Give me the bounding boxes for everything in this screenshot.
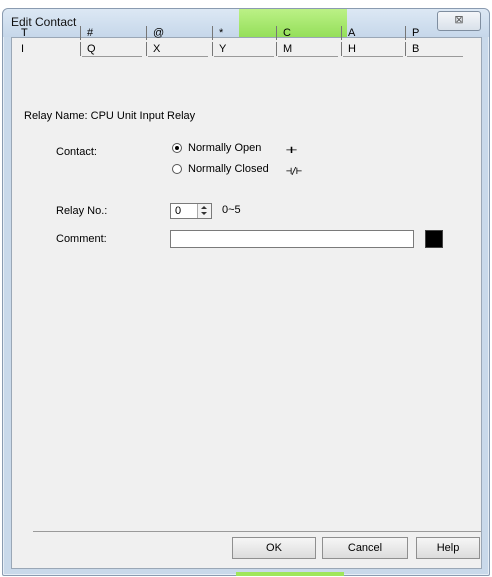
relay-no-label: Relay No.: bbox=[56, 205, 108, 217]
normally-closed-radio[interactable] bbox=[172, 164, 182, 174]
tab-at[interactable]: @ bbox=[146, 25, 208, 41]
tab-a[interactable]: A bbox=[341, 25, 403, 41]
bottom-highlight bbox=[236, 572, 344, 576]
tab-y[interactable]: Y bbox=[212, 41, 274, 57]
relay-no-spinner[interactable]: 0 bbox=[170, 203, 212, 219]
tab-b[interactable]: B bbox=[405, 41, 463, 57]
button-bar-divider bbox=[33, 531, 481, 532]
normally-open-label[interactable]: Normally Open bbox=[188, 142, 261, 154]
tab-p[interactable]: P bbox=[405, 25, 463, 41]
normally-open-radio[interactable] bbox=[172, 143, 182, 153]
tab-h[interactable]: H bbox=[341, 41, 403, 57]
tab-row-top: T # @ * C A P bbox=[16, 25, 464, 41]
tab-m[interactable]: M bbox=[276, 41, 338, 57]
comment-color-swatch[interactable] bbox=[425, 230, 443, 248]
relay-name-label: Relay Name: CPU Unit Input Relay bbox=[24, 110, 196, 122]
cancel-button[interactable]: Cancel bbox=[322, 537, 408, 559]
edit-contact-window: Edit Contact ⊠ bbox=[2, 8, 490, 576]
normally-open-contact-icon: ⊣⊢ bbox=[286, 145, 297, 156]
relay-no-value[interactable]: 0 bbox=[175, 205, 181, 217]
comment-label: Comment: bbox=[56, 233, 107, 245]
spin-up-icon[interactable] bbox=[201, 206, 207, 209]
spinner-arrows[interactable] bbox=[197, 204, 211, 218]
tab-row-bottom: I Q X Y M H B bbox=[16, 41, 464, 57]
normally-closed-label[interactable]: Normally Closed bbox=[188, 163, 269, 175]
help-button[interactable]: Help bbox=[416, 537, 480, 559]
contact-label: Contact: bbox=[56, 146, 97, 158]
relay-no-range: 0~5 bbox=[222, 204, 241, 216]
tab-q[interactable]: Q bbox=[80, 41, 142, 57]
tab-hash[interactable]: # bbox=[80, 25, 142, 41]
tab-x[interactable]: X bbox=[146, 41, 208, 57]
ok-button[interactable]: OK bbox=[232, 537, 316, 559]
tab-asterisk[interactable]: * bbox=[212, 25, 274, 41]
tab-c[interactable]: C bbox=[276, 25, 338, 41]
normally-closed-contact-icon: ⊣/⊢ bbox=[286, 166, 302, 177]
spin-down-icon[interactable] bbox=[201, 212, 207, 215]
comment-input[interactable] bbox=[170, 230, 414, 248]
tab-t[interactable]: T bbox=[16, 25, 76, 41]
tab-i[interactable]: I bbox=[16, 41, 76, 57]
